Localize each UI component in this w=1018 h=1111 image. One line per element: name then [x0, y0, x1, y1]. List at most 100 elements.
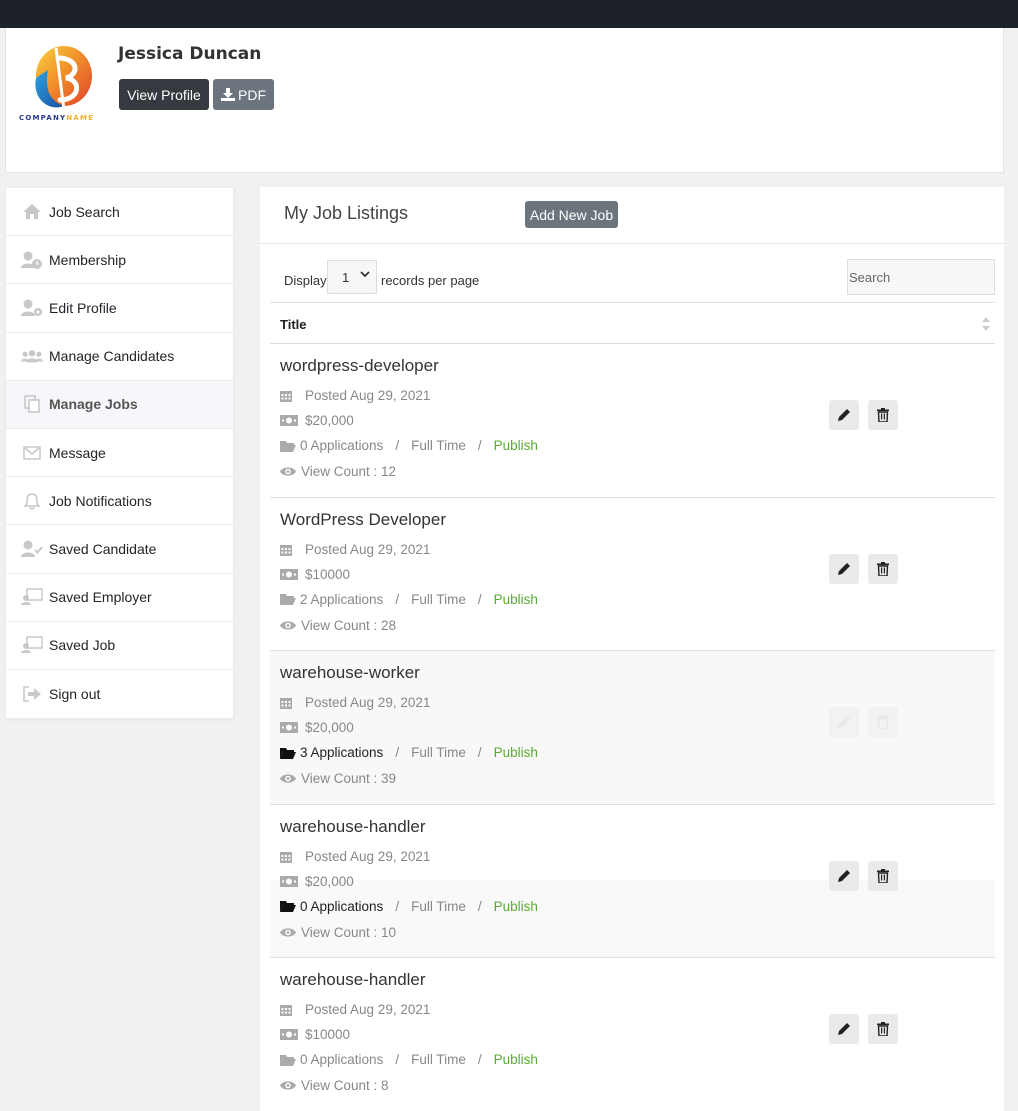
trash-icon: [877, 561, 889, 576]
separator: /: [477, 898, 482, 914]
table-row: warehouse-worker Posted Aug 29, 2021 $20…: [270, 651, 995, 805]
sidebar-item-label: Saved Job: [49, 637, 116, 654]
pencil-icon: [838, 716, 850, 729]
salary-text: $10000: [305, 566, 351, 582]
job-title[interactable]: wordpress-developer: [280, 356, 439, 376]
sidebar-item-label: Saved Employer: [49, 589, 152, 606]
table-row: WordPress Developer Posted Aug 29, 2021 …: [270, 498, 995, 652]
sidebar-item-saved-job[interactable]: Saved Job: [6, 622, 233, 670]
edit-job-button[interactable]: [829, 1014, 859, 1045]
applications-link[interactable]: 0 Applications: [300, 1052, 383, 1067]
delete-job-button[interactable]: [868, 860, 898, 891]
sidebar-item-manage-candidates[interactable]: Manage Candidates: [6, 333, 233, 381]
money-bill-icon: [280, 1028, 298, 1042]
salary: $10000: [280, 567, 350, 582]
posted-text: Posted Aug 29, 2021: [305, 695, 431, 711]
calendar-icon: [280, 1003, 298, 1017]
user-cog-icon: [21, 299, 43, 317]
calendar-icon: [280, 389, 298, 403]
posted-text: Posted Aug 29, 2021: [305, 388, 431, 403]
job-type: Full Time: [411, 898, 466, 914]
trash-icon: [877, 868, 889, 883]
money-bill-icon: [280, 721, 298, 735]
view-count-text: View Count : 8: [301, 1078, 389, 1094]
job-title[interactable]: warehouse-worker: [280, 663, 420, 683]
user-clock-icon: [21, 251, 43, 269]
sidebar-item-label: Manage Candidates: [49, 348, 175, 365]
profile-card: COMPANYNAME Jessica Duncan View Profile …: [5, 28, 1004, 173]
job-type: Full Time: [411, 591, 466, 607]
status-publish: Publish: [493, 745, 538, 761]
applications-link[interactable]: 3 Applications: [300, 745, 383, 760]
column-header-title: Title: [280, 317, 307, 332]
posted-date: Posted Aug 29, 2021: [280, 388, 430, 403]
posted-date: Posted Aug 29, 2021: [280, 542, 430, 557]
status-publish: Publish: [493, 1052, 538, 1068]
eye-icon: [280, 618, 298, 632]
top-bar: [0, 0, 1018, 28]
add-new-job-button[interactable]: Add New Job: [525, 201, 618, 228]
posted-text: Posted Aug 29, 2021: [305, 1002, 431, 1018]
table-header[interactable]: Title: [270, 302, 995, 344]
sidebar-item-membership[interactable]: Membership: [6, 236, 233, 285]
view-profile-button[interactable]: View Profile: [119, 79, 209, 110]
job-type: Full Time: [411, 438, 466, 453]
salary: $20,000: [280, 720, 354, 735]
delete-job-button[interactable]: [868, 1014, 898, 1045]
view-count: View Count : 39: [280, 771, 396, 786]
applications-link[interactable]: 0 Applications: [300, 899, 383, 914]
page-title: My Job Listings: [284, 203, 409, 223]
search-input[interactable]: [847, 259, 995, 295]
sidebar-item-job-notifications[interactable]: Job Notifications: [6, 477, 233, 526]
sidebar-item-job-search[interactable]: Job Search: [6, 188, 233, 237]
money-bill-icon: [280, 874, 298, 888]
view-count-text: View Count : 10: [301, 924, 397, 940]
money-bill-icon: [280, 567, 298, 581]
pencil-icon: [838, 1023, 850, 1036]
job-title[interactable]: warehouse-handler: [280, 817, 426, 837]
sidebar-item-edit-profile[interactable]: Edit Profile: [6, 284, 233, 333]
salary-text: $20,000: [305, 873, 354, 889]
posted-text: Posted Aug 29, 2021: [305, 848, 431, 864]
applications-link[interactable]: 0 Applications: [300, 438, 383, 453]
applications-link[interactable]: 2 Applications: [300, 592, 383, 607]
folder-open-icon: [280, 746, 298, 760]
separator: /: [395, 898, 400, 914]
job-title[interactable]: warehouse-handler: [280, 970, 426, 990]
view-count: View Count : 12: [280, 464, 396, 479]
job-title[interactable]: WordPress Developer: [280, 510, 446, 530]
edit-job-button[interactable]: [829, 553, 859, 584]
sidebar-item-label: Message: [49, 444, 106, 461]
table-row: warehouse-handler Posted Aug 29, 2021 $2…: [270, 805, 995, 959]
sidebar-item-saved-employer[interactable]: Saved Employer: [6, 574, 233, 622]
separator: /: [477, 1052, 482, 1068]
salary-text: $20,000: [305, 413, 354, 428]
trash-icon: [877, 715, 889, 730]
envelope-icon: [21, 444, 43, 462]
sidebar-item-message[interactable]: Message: [6, 429, 233, 478]
job-meta-line: 3 Applications / Full Time / Publish: [280, 745, 538, 760]
pdf-download-button[interactable]: PDF: [213, 79, 274, 110]
delete-job-button[interactable]: [868, 553, 898, 584]
company-logo-text: COMPANYNAME: [19, 114, 95, 122]
posted-date: Posted Aug 29, 2021: [280, 695, 430, 710]
eye-icon: [280, 465, 298, 479]
delete-job-button[interactable]: [868, 707, 898, 738]
delete-job-button[interactable]: [868, 400, 898, 430]
eye-icon: [280, 772, 298, 786]
edit-job-button[interactable]: [829, 400, 859, 430]
sidebar-item-saved-candidate[interactable]: Saved Candidate: [6, 525, 233, 574]
sidebar-item-manage-jobs[interactable]: Manage Jobs: [6, 380, 233, 429]
salary-text: $20,000: [305, 720, 354, 736]
separator: /: [395, 438, 400, 453]
eye-icon: [280, 925, 298, 939]
sidebar-item-sign-out[interactable]: Sign out: [6, 670, 233, 718]
edit-job-button[interactable]: [829, 860, 859, 891]
edit-job-button[interactable]: [829, 707, 859, 738]
per-page-select[interactable]: 1: [327, 260, 377, 294]
status-publish: Publish: [493, 591, 538, 607]
home-icon: [21, 203, 43, 221]
job-meta-line: 0 Applications / Full Time / Publish: [280, 899, 538, 914]
pencil-icon: [838, 562, 850, 575]
records-per-page-label: records per page: [381, 273, 480, 288]
